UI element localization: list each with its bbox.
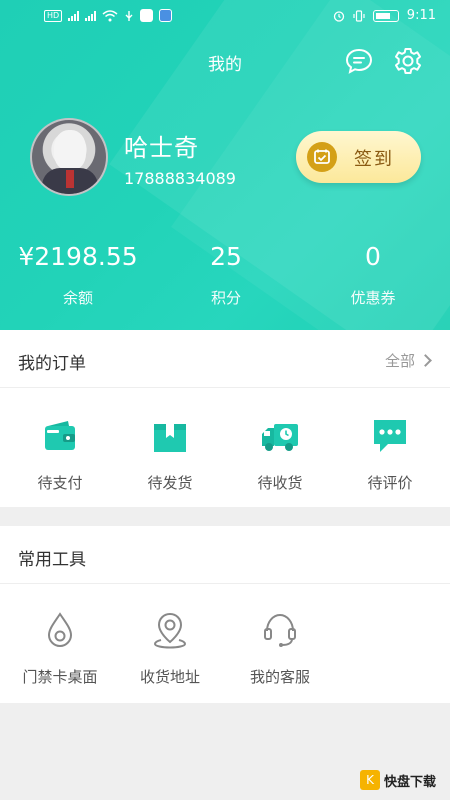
order-label: 待支付 xyxy=(37,474,83,492)
wallet-icon xyxy=(45,421,75,450)
status-right: 9:11 xyxy=(333,8,436,23)
phone-number: 17888834089 xyxy=(124,169,236,188)
orders-title: 我的订单 xyxy=(18,354,86,374)
comment-icon xyxy=(374,420,406,452)
box-icon xyxy=(154,424,186,452)
tool-label: 收货地址 xyxy=(139,668,200,686)
stat-label: 积分 xyxy=(210,289,241,307)
tool-access-card[interactable]: 门禁卡桌面 xyxy=(5,610,115,687)
username: 哈士奇 xyxy=(124,134,199,162)
signin-button[interactable]: 签到 xyxy=(296,131,421,183)
chevron-right-icon xyxy=(419,354,432,367)
stat-value: 25 xyxy=(210,242,242,271)
app-icon xyxy=(140,9,154,22)
order-pending-review[interactable]: 待评价 xyxy=(335,416,445,493)
message-icon[interactable] xyxy=(344,46,374,76)
page-title: 我的 xyxy=(208,55,242,75)
orders-card: 我的订单 全部 待支付 待发货 待收货 待评价 xyxy=(0,330,450,507)
stat-balance[interactable]: ¥2198.55 余额 xyxy=(3,242,153,308)
stat-value: 0 xyxy=(365,242,381,271)
tool-customer-service[interactable]: 我的客服 xyxy=(225,610,335,687)
battery-icon xyxy=(372,9,399,22)
signal-icon xyxy=(85,10,97,21)
order-label: 待发货 xyxy=(147,474,193,492)
stat-value: ¥2198.55 xyxy=(18,242,138,271)
tool-label: 门禁卡桌面 xyxy=(22,668,98,686)
orders-header: 我的订单 全部 xyxy=(0,330,450,388)
stat-label: 余额 xyxy=(62,289,93,307)
watermark-logo-icon: K xyxy=(360,770,380,790)
watermark: K 快盘下载 xyxy=(360,770,436,790)
watermark-text: 快盘下载 xyxy=(384,774,437,790)
app-icon xyxy=(159,9,173,22)
all-orders-label: 全部 xyxy=(384,352,415,370)
order-label: 待评价 xyxy=(367,474,413,492)
card-drop-icon xyxy=(47,612,73,648)
stat-label: 优惠券 xyxy=(350,289,396,307)
location-icon xyxy=(153,612,187,649)
status-bar: HD 9:11 xyxy=(0,0,450,34)
alarm-icon xyxy=(333,10,344,22)
truck-icon xyxy=(262,424,298,451)
headset-icon xyxy=(264,613,296,647)
avatar[interactable] xyxy=(30,118,108,196)
all-orders-link[interactable]: 全部 xyxy=(384,350,432,371)
tools-header: 常用工具 xyxy=(0,526,450,584)
signal-icon xyxy=(68,10,80,21)
tool-address[interactable]: 收货地址 xyxy=(115,610,225,687)
status-time: 9:11 xyxy=(406,8,436,23)
tools-card: 常用工具 门禁卡桌面 收货地址 我的客服 xyxy=(0,526,450,703)
status-left: HD xyxy=(44,9,173,22)
gear-icon[interactable] xyxy=(393,46,423,76)
order-pending-receipt[interactable]: 待收货 xyxy=(225,416,335,493)
order-pending-shipment[interactable]: 待发货 xyxy=(115,416,225,493)
calendar-check-icon xyxy=(307,142,337,172)
signin-label: 签到 xyxy=(354,149,394,170)
stat-points[interactable]: 25 积分 xyxy=(151,242,301,308)
tools-title: 常用工具 xyxy=(18,550,86,570)
stat-coupons[interactable]: 0 优惠券 xyxy=(298,242,448,308)
vibrate-icon xyxy=(353,9,365,22)
hd-icon: HD xyxy=(44,9,63,22)
order-pending-payment[interactable]: 待支付 xyxy=(5,416,115,493)
tool-label: 我的客服 xyxy=(249,668,310,686)
order-label: 待收货 xyxy=(257,474,303,492)
usb-icon xyxy=(125,10,133,21)
wifi-icon xyxy=(102,9,118,21)
